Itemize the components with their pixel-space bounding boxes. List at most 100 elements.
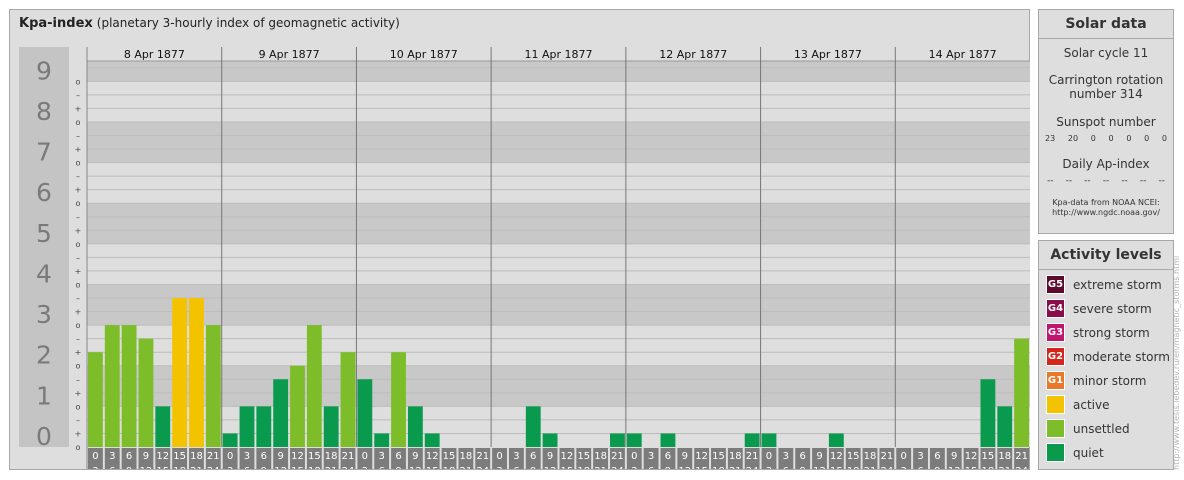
hour-end-label: 21: [460, 466, 473, 469]
kp-bar: [323, 406, 339, 447]
y-minor-label: o: [76, 280, 81, 289]
hour-start-label: 3: [244, 451, 250, 462]
ap-index-title: Daily Ap-index: [1062, 157, 1150, 171]
kp-bar: [424, 433, 440, 447]
y-minor-label: +: [75, 429, 82, 438]
hour-end-label: 24: [476, 466, 489, 469]
ap-value: --: [1102, 176, 1110, 186]
kp-bar: [121, 325, 137, 447]
sunspot-value: 0: [1126, 134, 1132, 143]
y-minor-label: o: [76, 118, 81, 127]
hour-end-label: 12: [140, 466, 153, 469]
hour-start-label: 6: [395, 451, 401, 462]
kp-bar: [205, 325, 221, 447]
sunspot-values: 23 20 0 0 0 0 0: [1039, 134, 1173, 143]
legend-label: extreme storm: [1073, 277, 1162, 292]
kp-bar: [828, 433, 844, 447]
kp-bar: [407, 406, 423, 447]
hour-start-label: 0: [631, 451, 637, 462]
g1-badge: G1: [1046, 371, 1065, 390]
hour-start-label: 18: [190, 451, 203, 462]
y-minor-label: o: [76, 362, 81, 371]
hour-end-label: 9: [799, 466, 805, 469]
kp-bar: [660, 433, 676, 447]
hour-start-label: 6: [799, 451, 805, 462]
y-minor-label: –: [76, 213, 80, 222]
day-label: 14 Apr 1877: [929, 48, 997, 61]
hour-start-label: 12: [695, 451, 708, 462]
unsettled-swatch: [1046, 419, 1065, 438]
hour-end-label: 12: [544, 466, 557, 469]
hour-start-label: 6: [665, 451, 671, 462]
kp-band: [87, 203, 1030, 244]
kp-band: [87, 325, 1030, 366]
hour-end-label: 3: [901, 466, 907, 469]
hour-end-label: 6: [379, 466, 385, 469]
kp-band: [87, 365, 1030, 407]
hour-start-label: 0: [901, 451, 907, 462]
kp-bar: [391, 352, 406, 447]
hour-end-label: 9: [934, 466, 940, 469]
hour-end-label: 18: [982, 466, 995, 469]
y-tick-label: 0: [36, 422, 52, 451]
kp-bar: [138, 338, 154, 447]
chart-title: Kpa-index (planetary 3-hourly index of ge…: [19, 16, 400, 31]
hour-end-label: 18: [712, 466, 725, 469]
solar-data-title: Solar data: [1039, 10, 1173, 39]
y-tick-label: 5: [36, 219, 52, 248]
hour-start-label: 3: [379, 451, 385, 462]
hour-end-label: 24: [746, 466, 759, 469]
hour-end-label: 6: [109, 466, 115, 469]
hour-end-label: 6: [244, 466, 250, 469]
activity-levels-title: Activity levels: [1039, 241, 1173, 270]
kp-bar: [290, 365, 305, 447]
legend-item-g5: G5 extreme storm: [1046, 275, 1173, 294]
y-minor-label: –: [76, 375, 80, 384]
legend-label: severe storm: [1073, 301, 1152, 316]
hour-start-label: 21: [611, 451, 624, 462]
day-label: 9 Apr 1877: [259, 48, 320, 61]
hour-start-label: 15: [847, 451, 860, 462]
legend-item-quiet: quiet: [1046, 443, 1173, 462]
legend-label: minor storm: [1073, 373, 1147, 388]
hour-end-label: 9: [126, 466, 132, 469]
y-minor-label: +: [75, 389, 82, 398]
kp-bar: [357, 379, 373, 447]
hour-start-label: 12: [561, 451, 574, 462]
sunspot-value: 20: [1067, 134, 1079, 143]
y-minor-label: –: [76, 172, 80, 181]
hour-end-label: 15: [830, 466, 843, 469]
hour-start-label: 21: [1015, 451, 1028, 462]
day-label: 12 Apr 1877: [659, 48, 727, 61]
hour-end-label: 12: [678, 466, 691, 469]
carrington-line1: Carrington rotation: [1048, 73, 1164, 87]
active-swatch: [1046, 395, 1065, 414]
legend-label: strong storm: [1073, 325, 1150, 340]
hour-start-label: 0: [362, 451, 368, 462]
hour-end-label: 15: [695, 466, 708, 469]
hour-end-label: 3: [362, 466, 368, 469]
hour-end-label: 18: [577, 466, 590, 469]
hour-start-label: 9: [547, 451, 553, 462]
hour-start-label: 9: [412, 451, 418, 462]
hour-end-label: 18: [443, 466, 456, 469]
hour-start-label: 15: [308, 451, 321, 462]
legend-label: active: [1073, 397, 1110, 412]
ap-value: --: [1121, 176, 1128, 186]
hour-start-label: 21: [207, 451, 220, 462]
g5-badge: G5: [1046, 275, 1065, 294]
y-minor-label: –: [76, 253, 80, 262]
hour-end-label: 24: [1015, 466, 1028, 469]
kp-band: [87, 284, 1030, 326]
hour-end-label: 12: [274, 466, 287, 469]
hour-start-label: 3: [109, 451, 115, 462]
hour-end-label: 3: [766, 466, 772, 469]
legend-item-g4: G4 severe storm: [1046, 299, 1173, 318]
y-minor-label: o: [76, 77, 81, 86]
title-main: Kpa-index: [19, 16, 93, 31]
hour-end-label: 12: [948, 466, 961, 469]
kp-bar-chart: 0123456789o+–o+–o+–o+–o+–o+–o+–o+–o+–o8 …: [19, 47, 1030, 469]
y-minor-label: o: [76, 443, 81, 452]
ap-value: --: [1047, 176, 1054, 186]
hour-start-label: 18: [864, 451, 877, 462]
